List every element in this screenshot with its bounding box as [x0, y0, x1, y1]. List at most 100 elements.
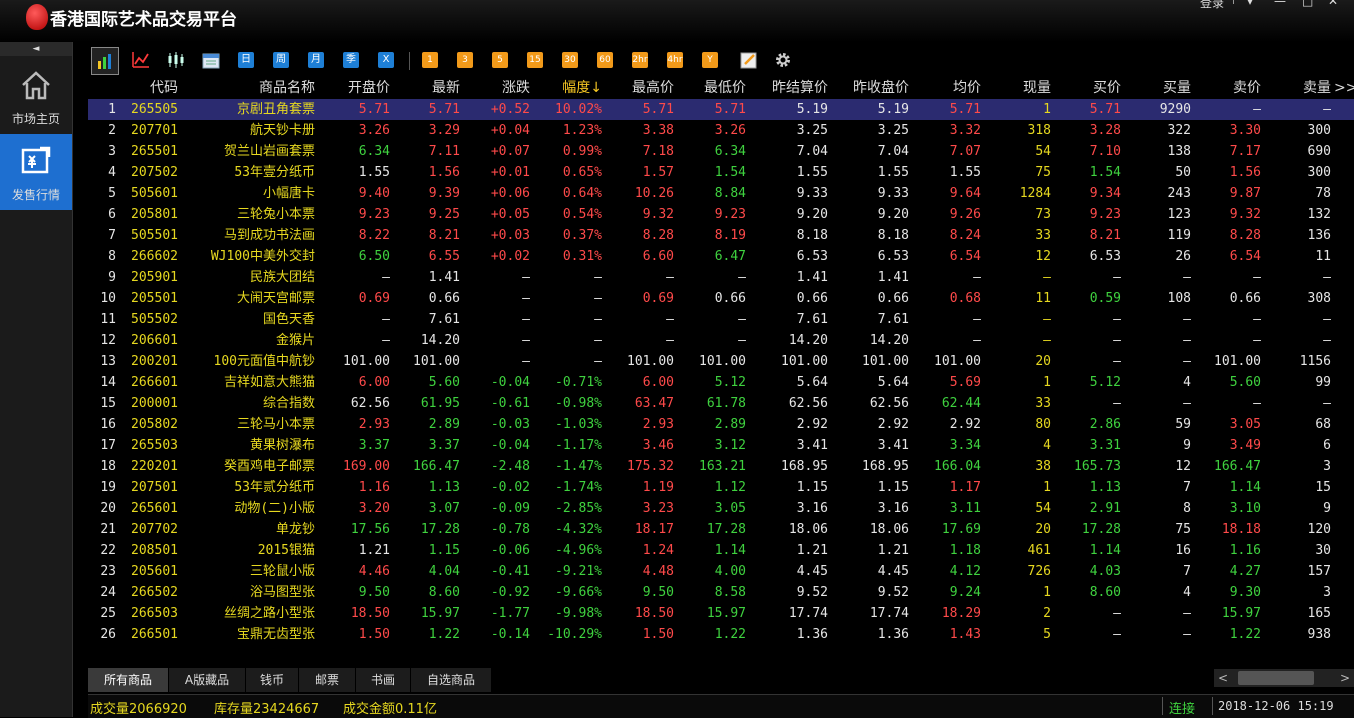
candlestick-icon[interactable] [167, 51, 185, 69]
col-volume-header[interactable]: 现量 [981, 78, 1051, 99]
table-row[interactable]: 13 200201 100元面值中航钞 101.00 101.00 — — 101.00 101… [88, 351, 1354, 372]
table-row[interactable]: 11 505502 国色天香 — 7.61 — — — — 7.61 7.61 — — — — — — [88, 309, 1354, 330]
table-row[interactable]: 20 265601 动物(二)小版 3.20 3.07 -0.09 -2.85% 3.23 3.… [88, 498, 1354, 519]
scrollbar-thumb[interactable] [1238, 671, 1314, 685]
ask-qty-cell: — [1323, 396, 1331, 411]
tab-a-collection[interactable]: A版藏品 [169, 668, 246, 692]
low-cell: 8.19 [714, 228, 746, 243]
table-row[interactable]: 7 505501 马到成功书法画 8.22 8.21 +0.03 0.37% 8.28 8.19… [88, 225, 1354, 246]
col-low-header[interactable]: 最低价 [674, 78, 746, 99]
col-name-header[interactable]: 商品名称 [188, 78, 315, 99]
period-season-button[interactable]: 季 [343, 52, 359, 68]
prev-close-cell: 3.41 [877, 438, 909, 453]
minute-1-button[interactable]: 1 [422, 52, 438, 68]
settings-arrow-icon[interactable]: ▾ [1247, 0, 1253, 8]
table-row[interactable]: 25 266503 丝绸之路小型张 18.50 15.97 -1.77 -9.98% 18.5… [88, 603, 1354, 624]
login-link[interactable]: 登录 [1200, 0, 1224, 11]
table-row[interactable]: 10 205501 大闹天宫邮票 0.69 0.66 — — 0.69 0.66 0.66 0.66… [88, 288, 1354, 309]
line-chart-icon[interactable] [132, 51, 150, 69]
col-ask-qty-header[interactable]: 卖量 [1261, 78, 1331, 99]
table-row[interactable]: 26 266501 宝鼎无齿型张 1.50 1.22 -0.14 -10.29% 1.50 1.… [88, 624, 1354, 645]
table-row[interactable]: 2 207701 航天钞卡册 3.26 3.29 +0.04 1.23% 3.38 3.26 3.… [88, 120, 1354, 141]
close-icon[interactable]: ✕ [1328, 0, 1338, 8]
tab-stamps[interactable]: 邮票 [299, 668, 356, 692]
table-row[interactable]: 19 207501 53年贰分纸币 1.16 1.13 -0.02 -1.74% 1.19 1.… [88, 477, 1354, 498]
edit-icon[interactable] [740, 51, 758, 69]
table-row[interactable]: 15 200001 综合指数 62.56 61.95 -0.61 -0.98% 63.47 61… [88, 393, 1354, 414]
maximize-icon[interactable]: □ [1302, 0, 1313, 8]
table-row[interactable]: 21 207702 单龙钞 17.56 17.28 -0.78 -4.32% 18.17 17.… [88, 519, 1354, 540]
tab-paintings[interactable]: 书画 [356, 668, 411, 692]
col-bid-qty-header[interactable]: 买量 [1121, 78, 1191, 99]
change-cell: — [522, 312, 530, 327]
table-row[interactable]: 4 207502 53年壹分纸币 1.55 1.56 +0.01 0.65% 1.57 1.54… [88, 162, 1354, 183]
col-open-header[interactable]: 开盘价 [320, 78, 390, 99]
high-cell: 9.50 [642, 585, 674, 600]
period-week-button[interactable]: 周 [273, 52, 289, 68]
tab-all-goods[interactable]: 所有商品 [88, 668, 169, 692]
table-row[interactable]: 23 205601 三轮鼠小版 4.46 4.04 -0.41 -9.21% 4.48 4.00… [88, 561, 1354, 582]
table-row[interactable]: 12 206601 金猴片 — 14.20 — — — — 14.20 14.20 — — — — — — [88, 330, 1354, 351]
horizontal-scrollbar[interactable]: < > [1214, 669, 1354, 687]
ask-qty-cell: — [1323, 333, 1331, 348]
connection-status[interactable]: 连接 [1169, 698, 1195, 717]
change-cell: +0.52 [490, 102, 530, 117]
table-row[interactable]: 9 205901 民族大团结 — 1.41 — — — — 1.41 1.41 — — — — — — [88, 267, 1354, 288]
period-day-button[interactable]: 日 [238, 52, 254, 68]
minute-60-button[interactable]: 60 [597, 52, 613, 68]
more-columns-icon[interactable]: >> [1334, 78, 1354, 99]
minute-3-button[interactable]: 3 [457, 52, 473, 68]
col-latest-header[interactable]: 最新 [390, 78, 460, 99]
col-code-header[interactable]: 代码 [122, 78, 178, 99]
table-row[interactable]: 1 265505 京剧丑角套票 5.71 5.71 +0.52 10.02% 5.71 5.71… [88, 99, 1354, 120]
col-prev-close-header[interactable]: 昨收盘价 [828, 78, 909, 99]
minimize-icon[interactable]: — [1274, 0, 1286, 8]
gear-icon[interactable] [774, 51, 792, 69]
ask-cell: 101.00 [1214, 354, 1261, 369]
col-avg-header[interactable]: 均价 [909, 78, 981, 99]
minute-5-button[interactable]: 5 [492, 52, 508, 68]
scroll-left-icon[interactable]: < [1216, 669, 1230, 687]
open-cell: 8.22 [358, 228, 390, 243]
sidebar-item-market-home[interactable]: 市场主页 [0, 58, 72, 134]
col-bid-header[interactable]: 买价 [1051, 78, 1121, 99]
ask-qty-cell: 938 [1307, 627, 1331, 642]
scroll-right-icon[interactable]: > [1338, 669, 1352, 687]
tab-coins[interactable]: 钱币 [246, 668, 299, 692]
bid-qty-cell: 108 [1167, 291, 1191, 306]
table-row[interactable]: 5 505601 小幅唐卡 9.40 9.39 +0.06 0.64% 10.26 8.84 9.… [88, 183, 1354, 204]
calendar-icon[interactable] [202, 51, 220, 69]
col-change-header[interactable]: 涨跌 [460, 78, 530, 99]
table-row[interactable]: 3 265501 贺兰山岩画套票 6.34 7.11 +0.07 0.99% 7.18 6.34… [88, 141, 1354, 162]
table-row[interactable]: 16 205802 三轮马小本票 2.93 2.89 -0.03 -1.03% 2.93 2.8… [88, 414, 1354, 435]
code-cell: 207701 [131, 123, 178, 138]
prev-close-cell: 7.04 [877, 144, 909, 159]
period-x-button[interactable]: X [378, 52, 394, 68]
minute-30-button[interactable]: 30 [562, 52, 578, 68]
minute-15-button[interactable]: 15 [527, 52, 543, 68]
table-row[interactable]: 17 265503 黄果树瀑布 3.37 3.37 -0.04 -1.17% 3.46 3.12… [88, 435, 1354, 456]
table-row[interactable]: 24 266502 浴马图型张 9.50 8.60 -0.92 -9.66% 9.50 8.58… [88, 582, 1354, 603]
col-ask-header[interactable]: 卖价 [1191, 78, 1261, 99]
table-row[interactable]: 18 220201 癸酉鸡电子邮票 169.00 166.47 -2.48 -1.47% 17… [88, 456, 1354, 477]
period-month-button[interactable]: 月 [308, 52, 324, 68]
col-high-header[interactable]: 最高价 [602, 78, 674, 99]
tab-watchlist[interactable]: 自选商品 [411, 668, 492, 692]
latest-cell: 8.21 [428, 228, 460, 243]
hour-4-button[interactable]: 4hr [667, 52, 683, 68]
col-percent-header-sorted[interactable]: 幅度↓ [530, 78, 602, 99]
bid-qty-cell: 9 [1183, 438, 1191, 453]
table-row[interactable]: 22 208501 2015银猫 1.21 1.15 -0.06 -4.96% 1.24 1.1… [88, 540, 1354, 561]
table-row[interactable]: 8 266602 WJ100中美外交封 6.50 6.55 +0.02 0.31% 6.60 6… [88, 246, 1354, 267]
low-cell: 5.12 [714, 375, 746, 390]
hour-2-button[interactable]: 2hr [632, 52, 648, 68]
table-row[interactable]: 6 205801 三轮兔小本票 9.23 9.25 +0.05 0.54% 9.32 9.23 9… [88, 204, 1354, 225]
year-button[interactable]: Y [702, 52, 718, 68]
row-index: 11 [100, 312, 116, 327]
table-row[interactable]: 14 266601 吉祥如意大熊猫 6.00 5.60 -0.04 -0.71% 6.00 5.… [88, 372, 1354, 393]
sidebar-collapse-icon[interactable]: ◄ [0, 42, 72, 56]
bid-qty-cell: — [1183, 333, 1191, 348]
quote-list-button[interactable] [91, 47, 119, 75]
col-prev-settle-header[interactable]: 昨结算价 [746, 78, 828, 99]
sidebar-item-sale-quotes[interactable]: 发售行情 [0, 134, 72, 210]
